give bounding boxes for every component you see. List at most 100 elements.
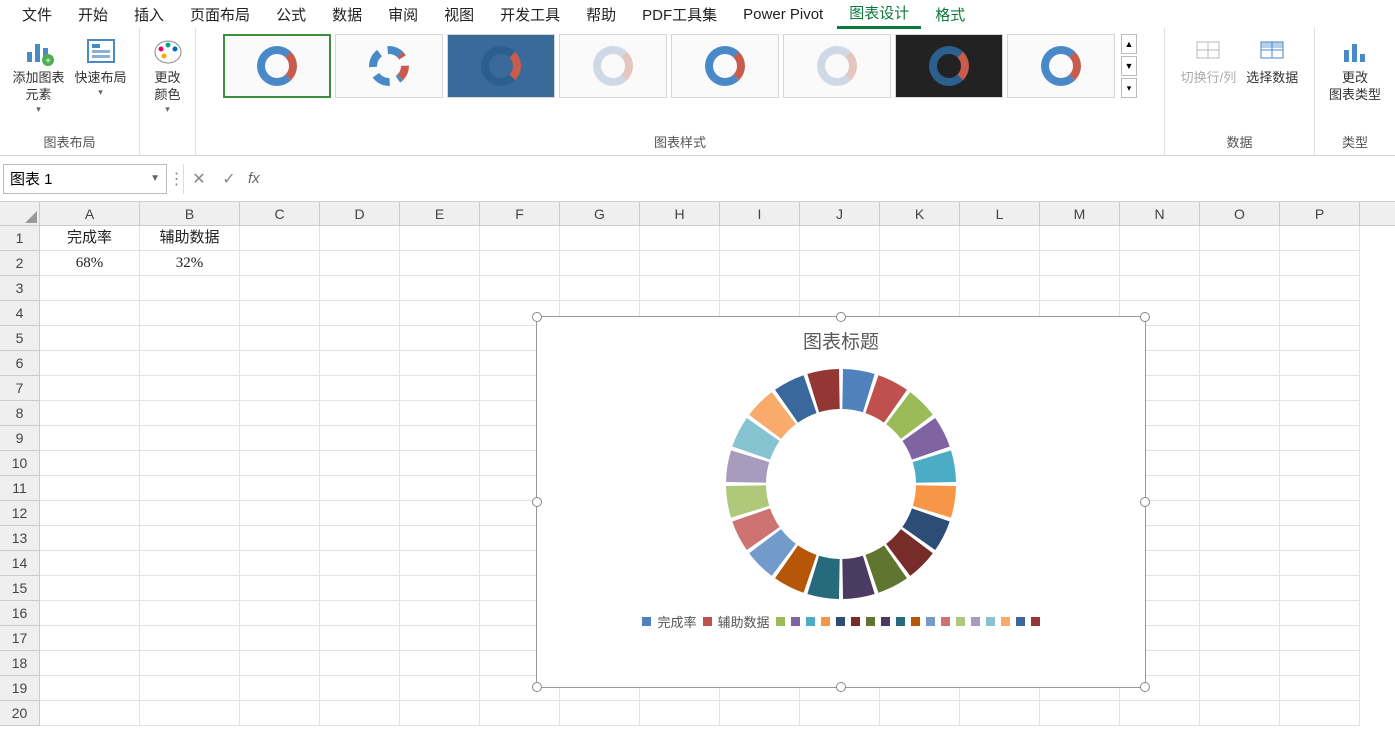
row-header-11[interactable]: 11 [0,476,40,501]
chart-style-3[interactable] [447,34,555,98]
cell-A11[interactable] [40,476,140,501]
cell-I20[interactable] [720,701,800,726]
cell-B5[interactable] [140,326,240,351]
cell-A17[interactable] [40,626,140,651]
row-header-4[interactable]: 4 [0,301,40,326]
cell-A13[interactable] [40,526,140,551]
cell-K20[interactable] [880,701,960,726]
cell-O19[interactable] [1200,676,1280,701]
cell-B12[interactable] [140,501,240,526]
cell-A19[interactable] [40,676,140,701]
cell-N3[interactable] [1120,276,1200,301]
cell-P5[interactable] [1280,326,1360,351]
cell-O8[interactable] [1200,401,1280,426]
select-all-corner[interactable] [0,202,40,225]
cell-D2[interactable] [320,251,400,276]
change-colors-button[interactable]: 更改 颜色 ▾ [147,32,189,117]
cell-P6[interactable] [1280,351,1360,376]
cell-E19[interactable] [400,676,480,701]
cell-L2[interactable] [960,251,1040,276]
chart-title[interactable]: 图表标题 [537,317,1145,354]
cell-E12[interactable] [400,501,480,526]
cell-P17[interactable] [1280,626,1360,651]
cell-C20[interactable] [240,701,320,726]
cell-C13[interactable] [240,526,320,551]
cell-A15[interactable] [40,576,140,601]
row-header-6[interactable]: 6 [0,351,40,376]
cancel-formula-button[interactable]: ✕ [184,164,214,194]
cell-F20[interactable] [480,701,560,726]
cell-A7[interactable] [40,376,140,401]
cell-B19[interactable] [140,676,240,701]
cell-O4[interactable] [1200,301,1280,326]
cell-B2[interactable]: 32% [140,251,240,276]
cell-E6[interactable] [400,351,480,376]
cell-E17[interactable] [400,626,480,651]
cell-P12[interactable] [1280,501,1360,526]
add-chart-element-button[interactable]: + 添加图表 元素 ▾ [8,32,68,117]
cell-E4[interactable] [400,301,480,326]
cell-D3[interactable] [320,276,400,301]
cell-C1[interactable] [240,226,320,251]
cell-B9[interactable] [140,426,240,451]
cell-C9[interactable] [240,426,320,451]
cell-P2[interactable] [1280,251,1360,276]
ribbon-tab-2[interactable]: 插入 [122,1,176,28]
resize-handle-r[interactable] [1140,497,1150,507]
cell-D20[interactable] [320,701,400,726]
cell-D18[interactable] [320,651,400,676]
cell-K1[interactable] [880,226,960,251]
row-header-7[interactable]: 7 [0,376,40,401]
ribbon-tab-3[interactable]: 页面布局 [178,1,262,28]
cell-J3[interactable] [800,276,880,301]
cell-O3[interactable] [1200,276,1280,301]
cell-B20[interactable] [140,701,240,726]
cell-B14[interactable] [140,551,240,576]
cell-O9[interactable] [1200,426,1280,451]
cell-C6[interactable] [240,351,320,376]
col-header-G[interactable]: G [560,202,640,225]
row-header-8[interactable]: 8 [0,401,40,426]
col-header-K[interactable]: K [880,202,960,225]
cell-G1[interactable] [560,226,640,251]
chart-style-8[interactable] [1007,34,1115,98]
col-header-A[interactable]: A [40,202,140,225]
chart-style-6[interactable] [783,34,891,98]
cell-F3[interactable] [480,276,560,301]
cell-D1[interactable] [320,226,400,251]
cell-P10[interactable] [1280,451,1360,476]
cell-O2[interactable] [1200,251,1280,276]
cell-P9[interactable] [1280,426,1360,451]
ribbon-tab-4[interactable]: 公式 [264,1,318,28]
row-header-14[interactable]: 14 [0,551,40,576]
cell-P20[interactable] [1280,701,1360,726]
gallery-scroll-down[interactable]: ▼ [1121,56,1137,76]
cell-D6[interactable] [320,351,400,376]
cell-B17[interactable] [140,626,240,651]
cell-C2[interactable] [240,251,320,276]
resize-handle-tl[interactable] [532,312,542,322]
cell-L20[interactable] [960,701,1040,726]
col-header-M[interactable]: M [1040,202,1120,225]
ribbon-tab-10[interactable]: PDF工具集 [630,1,729,28]
cell-C11[interactable] [240,476,320,501]
row-header-10[interactable]: 10 [0,451,40,476]
chart-style-7[interactable] [895,34,1003,98]
cell-C3[interactable] [240,276,320,301]
cell-A3[interactable] [40,276,140,301]
cell-D19[interactable] [320,676,400,701]
accept-formula-button[interactable]: ✓ [214,164,244,194]
select-data-button[interactable]: 选择数据 [1242,32,1302,89]
cell-B10[interactable] [140,451,240,476]
cell-P4[interactable] [1280,301,1360,326]
row-header-1[interactable]: 1 [0,226,40,251]
cell-I2[interactable] [720,251,800,276]
chart-plot-area[interactable] [537,354,1145,608]
cell-P14[interactable] [1280,551,1360,576]
cell-A16[interactable] [40,601,140,626]
row-header-3[interactable]: 3 [0,276,40,301]
cell-A20[interactable] [40,701,140,726]
cell-P18[interactable] [1280,651,1360,676]
col-header-B[interactable]: B [140,202,240,225]
cell-D4[interactable] [320,301,400,326]
